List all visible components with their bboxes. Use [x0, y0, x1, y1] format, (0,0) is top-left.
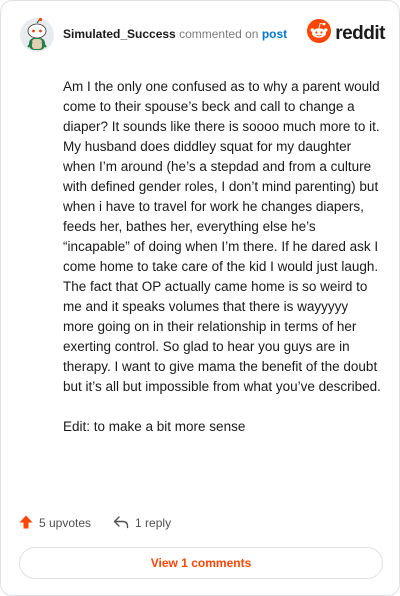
snoo-avatar-icon[interactable]: [19, 17, 55, 53]
comment-header: Simulated_Success commented on post redd…: [19, 15, 385, 55]
comment-card: Simulated_Success commented on post redd…: [0, 0, 400, 596]
meta-action-text: commented on: [179, 27, 259, 41]
comment-edit-note: Edit: to make a bit more sense: [63, 419, 246, 434]
upvote-button[interactable]: 5 upvotes: [19, 515, 91, 532]
upvote-arrow-icon: [19, 515, 39, 532]
reddit-wordmark: reddit: [335, 22, 385, 44]
upvote-count: 5 upvotes: [39, 516, 92, 530]
view-comments-button[interactable]: View 1 comments: [19, 547, 383, 579]
reply-count: 1 reply: [135, 516, 172, 530]
username-link[interactable]: Simulated_Success: [63, 27, 176, 41]
comment-paragraph: Am I the only one confused as to why a p…: [63, 79, 381, 394]
reddit-logo[interactable]: reddit: [307, 19, 385, 48]
reply-arrow-icon: [113, 515, 135, 532]
comment-footer: 5 upvotes 1 reply: [19, 513, 171, 533]
comment-meta: Simulated_Success commented on post: [63, 27, 287, 41]
comment-body: Am I the only one confused as to why a p…: [63, 77, 381, 457]
reply-button[interactable]: 1 reply: [113, 515, 171, 532]
post-link[interactable]: post: [262, 27, 287, 41]
reddit-logo-icon: [307, 19, 332, 48]
